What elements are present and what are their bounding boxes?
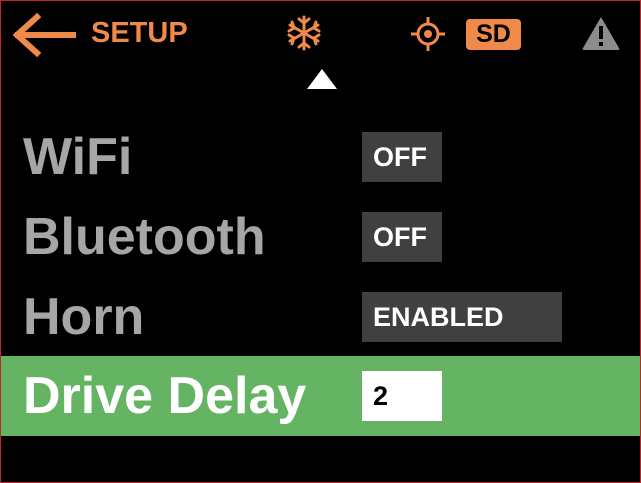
setting-value-horn[interactable]: ENABLED	[362, 292, 562, 342]
crosshair-icon	[411, 17, 445, 51]
scroll-up-icon[interactable]	[306, 68, 338, 90]
setting-value-wifi[interactable]: OFF	[362, 132, 442, 182]
setup-screen: SETUP SD WiFi OFF Bluetooth OFF Horn ENA…	[0, 0, 641, 483]
setting-row-wifi[interactable]: WiFi OFF	[1, 117, 640, 197]
snowflake-icon	[287, 15, 321, 51]
setting-row-drive-delay[interactable]: Drive Delay 2	[1, 356, 640, 436]
warning-triangle-icon	[582, 17, 620, 50]
setting-row-bluetooth[interactable]: Bluetooth OFF	[1, 197, 640, 277]
setting-label-drive-delay: Drive Delay	[23, 367, 307, 425]
setting-label-bluetooth: Bluetooth	[23, 208, 266, 266]
setup-title[interactable]: SETUP	[91, 15, 188, 51]
setting-row-horn[interactable]: Horn ENABLED	[1, 277, 640, 357]
setting-label-horn: Horn	[23, 288, 145, 346]
back-arrow-icon[interactable]	[9, 11, 77, 59]
setting-value-drive-delay[interactable]: 2	[362, 371, 442, 421]
sd-card-badge: SD	[466, 19, 521, 50]
setting-label-wifi: WiFi	[23, 128, 133, 186]
setting-value-bluetooth[interactable]: OFF	[362, 212, 442, 262]
